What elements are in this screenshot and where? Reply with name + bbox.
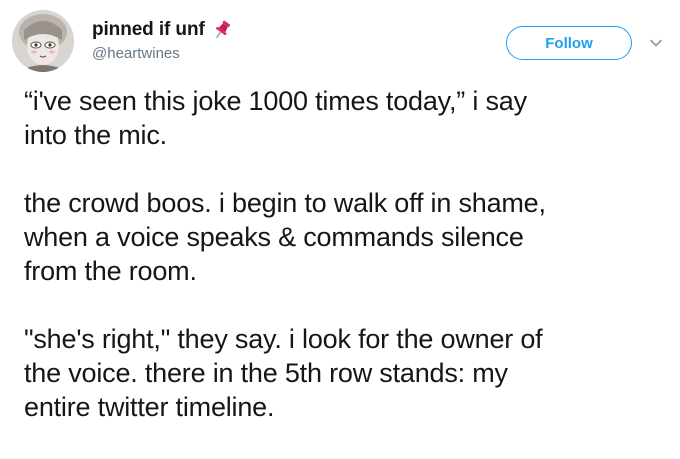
user-handle[interactable]: @heartwines bbox=[92, 45, 233, 62]
avatar-image bbox=[12, 10, 74, 72]
tweet-header: pinned if unf @heartwines Follow bbox=[12, 8, 668, 72]
avatar[interactable] bbox=[12, 10, 74, 72]
tweet-text: “i've seen this joke 1000 times today,” … bbox=[24, 84, 664, 424]
user-names: pinned if unf @heartwines bbox=[92, 18, 233, 62]
display-name-row: pinned if unf bbox=[92, 18, 233, 42]
tweet-paragraph: the crowd boos. i begin to walk off in s… bbox=[24, 188, 546, 286]
chevron-down-icon[interactable] bbox=[648, 35, 664, 51]
tweet-paragraph: "she's right," they say. i look for the … bbox=[24, 324, 543, 422]
pushpin-icon bbox=[211, 19, 233, 41]
tweet-card: pinned if unf @heartwines Follow “i've s… bbox=[0, 0, 680, 459]
follow-button[interactable]: Follow bbox=[506, 26, 632, 60]
display-name[interactable]: pinned if unf bbox=[92, 19, 205, 41]
tweet-paragraph: “i've seen this joke 1000 times today,” … bbox=[24, 86, 527, 150]
